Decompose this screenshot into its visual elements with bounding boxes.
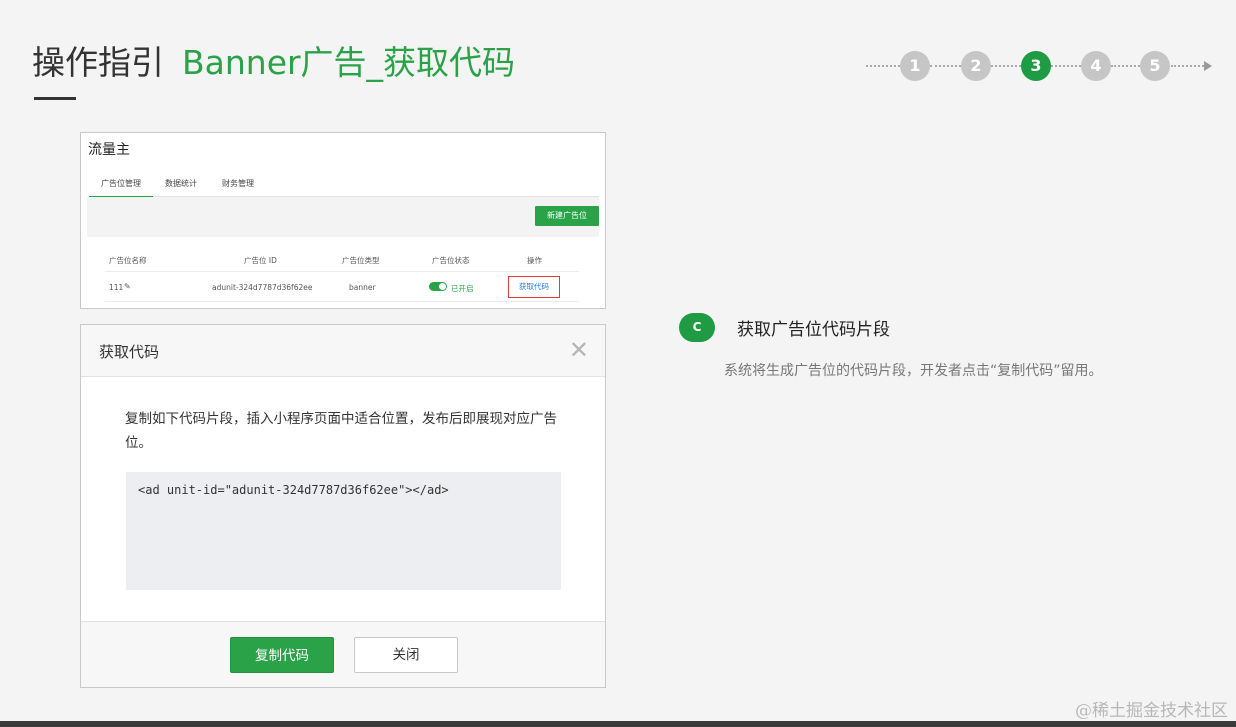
code-snippet-box[interactable]: <ad unit-id="adunit-324d7787d36f62ee"></…: [126, 472, 561, 590]
status-toggle[interactable]: [429, 282, 447, 291]
stepper-dots: [1051, 65, 1081, 67]
page-title-sub: Banner广告_获取代码: [182, 43, 516, 82]
column-header: 广告位类型: [342, 256, 380, 265]
progress-stepper: 1 2 3 4 5: [866, 50, 1212, 82]
column-header: 广告位名称: [109, 256, 147, 265]
get-code-dialog: 获取代码 ✕ 复制如下代码片段，插入小程序页面中适合位置，发布后即展现对应广告位…: [80, 324, 606, 688]
row-divider: [105, 271, 579, 272]
watermark: @稀土掘金技术社区: [1075, 701, 1228, 721]
dialog-footer: 复制代码 关闭: [81, 621, 605, 687]
status-label: 已开启: [451, 284, 474, 293]
instruction-text: 系统将生成广告位的代码片段，开发者点击“复制代码”留用。: [724, 363, 1103, 379]
tab-finance-management[interactable]: 财务管理: [222, 178, 254, 189]
dialog-title: 获取代码: [99, 343, 160, 361]
console-tabs: 广告位管理 数据统计 财务管理: [89, 173, 599, 198]
new-ad-slot-button[interactable]: 新建广告位: [535, 206, 599, 226]
dialog-description: 复制如下代码片段，插入小程序页面中适合位置，发布后即展现对应广告位。: [125, 411, 557, 451]
pencil-icon[interactable]: ✎: [124, 282, 131, 291]
ad-slot-name: 111: [109, 283, 124, 292]
ad-slot-id: adunit-324d7787d36f62ee: [212, 283, 313, 292]
stepper-dots: [1111, 65, 1140, 67]
tab-data-statistics[interactable]: 数据统计: [165, 178, 197, 189]
step-2[interactable]: 2: [961, 51, 991, 81]
code-snippet: <ad unit-id="adunit-324d7787d36f62ee"></…: [138, 483, 449, 497]
bottom-bar: [0, 721, 1236, 727]
app-name: 流量主: [88, 142, 130, 158]
stepper-dots: [930, 65, 961, 67]
tab-ad-slot-management[interactable]: 广告位管理: [89, 178, 153, 198]
dialog-header: 获取代码 ✕: [81, 325, 605, 377]
step-3[interactable]: 3: [1021, 51, 1051, 81]
close-icon[interactable]: ✕: [569, 337, 589, 363]
stepper-dots: [866, 65, 900, 67]
instruction-heading: 获取广告位代码片段: [737, 320, 890, 340]
step-1[interactable]: 1: [900, 51, 930, 81]
page-title-main: 操作指引: [32, 43, 164, 82]
column-header: 操作: [527, 256, 542, 265]
step-5[interactable]: 5: [1140, 51, 1170, 81]
row-divider: [105, 301, 579, 302]
ad-slot-type: banner: [349, 283, 376, 292]
ad-slot-table: 广告位名称 广告位 ID 广告位类型 广告位状态 操作 111 ✎ adunit…: [87, 237, 599, 302]
copy-code-button[interactable]: 复制代码: [230, 637, 334, 673]
title-underline: [34, 97, 76, 100]
stepper-dots: [1171, 65, 1204, 67]
stepper-dots: [991, 65, 1021, 67]
step-4[interactable]: 4: [1081, 51, 1111, 81]
close-button[interactable]: 关闭: [354, 637, 458, 673]
page-title: 操作指引 Banner广告_获取代码: [32, 40, 515, 86]
step-badge: C: [679, 313, 715, 342]
get-code-link[interactable]: 获取代码: [508, 276, 560, 298]
column-header: 广告位状态: [432, 256, 470, 265]
column-header: 广告位 ID: [244, 256, 277, 265]
ad-console-panel: 流量主 广告位管理 数据统计 财务管理 新建广告位 广告位名称 广告位 ID 广…: [80, 132, 606, 309]
stepper-arrow-icon: [1204, 61, 1212, 71]
